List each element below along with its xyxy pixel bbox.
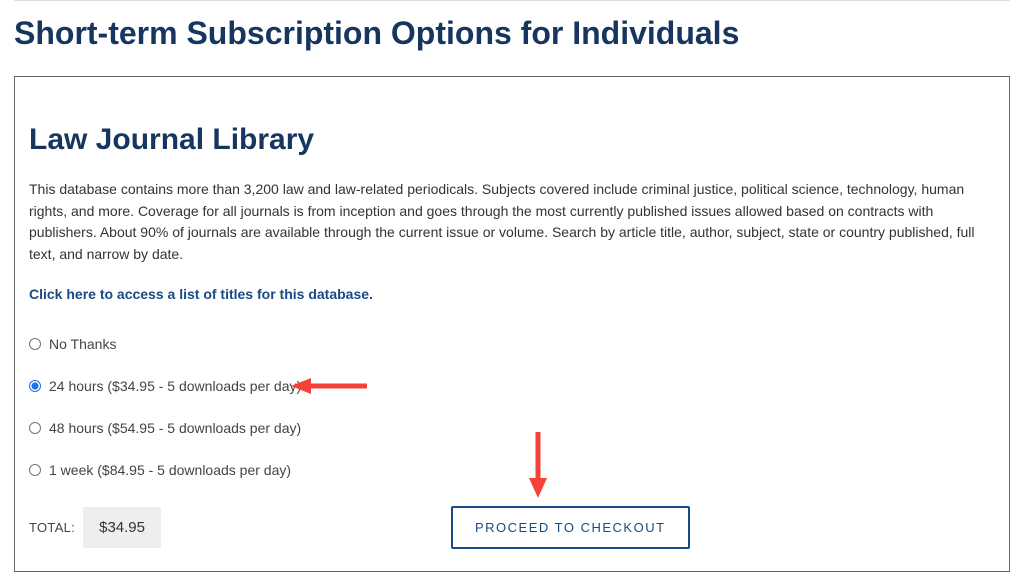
top-divider xyxy=(14,0,1010,1)
option-24-hours[interactable]: 24 hours ($34.95 - 5 downloads per day) xyxy=(29,378,995,394)
option-no-thanks[interactable]: No Thanks xyxy=(29,336,995,352)
total-label: TOTAL: xyxy=(29,520,75,535)
footer-row: TOTAL: $34.95 PROCEED TO CHECKOUT xyxy=(29,506,995,549)
radio-48-hours[interactable] xyxy=(29,422,41,434)
product-description: This database contains more than 3,200 l… xyxy=(29,179,995,266)
option-1-week[interactable]: 1 week ($84.95 - 5 downloads per day) xyxy=(29,462,995,478)
subscription-options: No Thanks 24 hours ($34.95 - 5 downloads… xyxy=(29,336,995,478)
product-title: Law Journal Library xyxy=(29,123,995,157)
page-title: Short-term Subscription Options for Indi… xyxy=(14,15,1010,52)
option-label[interactable]: 1 week ($84.95 - 5 downloads per day) xyxy=(49,462,291,478)
radio-24-hours[interactable] xyxy=(29,380,41,392)
radio-no-thanks[interactable] xyxy=(29,338,41,350)
total-value: $34.95 xyxy=(83,507,161,548)
product-card: Law Journal Library This database contai… xyxy=(14,76,1010,572)
option-label[interactable]: 24 hours ($34.95 - 5 downloads per day) xyxy=(49,378,301,394)
option-48-hours[interactable]: 48 hours ($54.95 - 5 downloads per day) xyxy=(29,420,995,436)
titles-list-link[interactable]: Click here to access a list of titles fo… xyxy=(29,286,373,302)
radio-1-week[interactable] xyxy=(29,464,41,476)
proceed-to-checkout-button[interactable]: PROCEED TO CHECKOUT xyxy=(451,506,690,549)
option-label[interactable]: No Thanks xyxy=(49,336,116,352)
option-label[interactable]: 48 hours ($54.95 - 5 downloads per day) xyxy=(49,420,301,436)
